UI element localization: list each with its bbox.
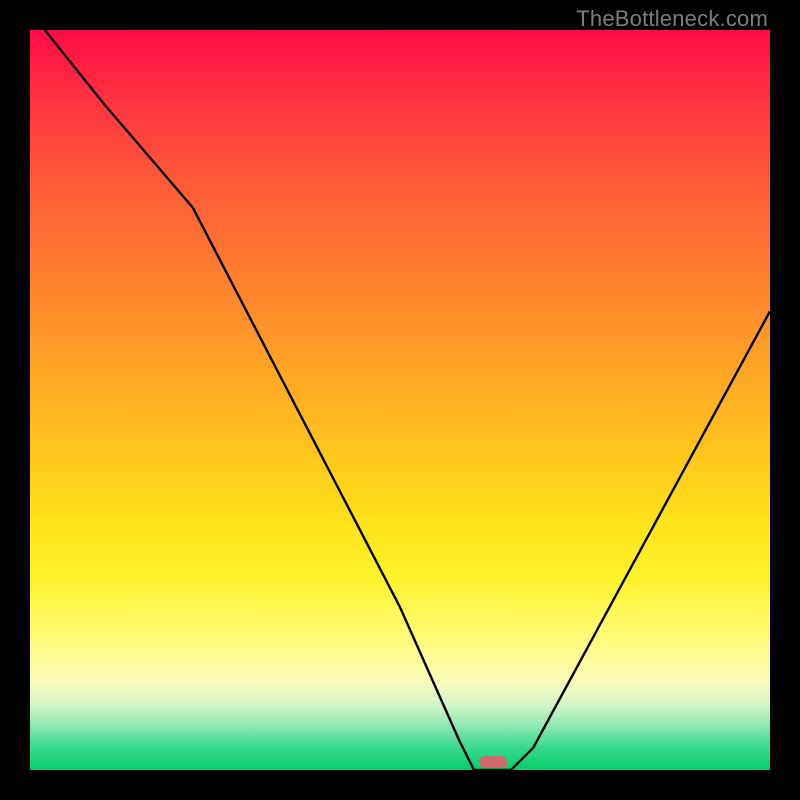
watermark-text: TheBottleneck.com xyxy=(576,6,768,32)
chart-frame: TheBottleneck.com xyxy=(0,0,800,800)
optimum-marker xyxy=(479,756,507,768)
curve-svg xyxy=(30,30,770,770)
bottleneck-curve xyxy=(45,30,770,770)
plot-area xyxy=(30,30,770,770)
